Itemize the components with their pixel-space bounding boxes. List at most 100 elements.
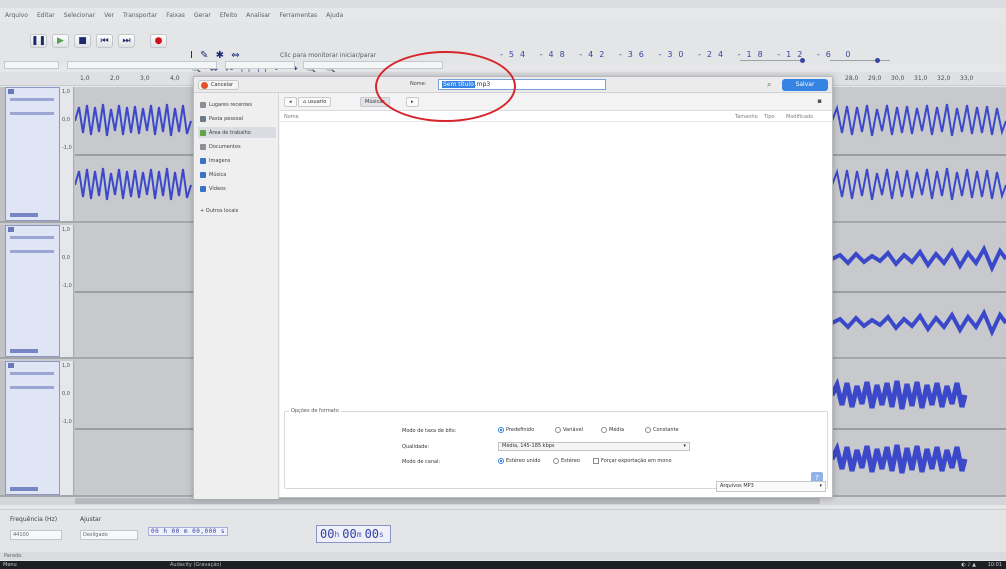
menu-tracks[interactable]: Faixas — [166, 12, 185, 19]
bitrate-radio-preset[interactable]: Predefinido — [498, 427, 534, 433]
quality-select[interactable]: Média, 145-185 kbps ▾ — [498, 442, 690, 451]
audio-position-clock[interactable]: 00 h 00 m 00 s — [316, 525, 391, 543]
column-name[interactable]: Nome — [284, 114, 299, 120]
menu-select[interactable]: Selecionar — [64, 12, 95, 19]
bitrate-radio-constant[interactable]: Constante — [645, 427, 679, 433]
menu-transport[interactable]: Transportar — [123, 12, 157, 19]
playback-device-select[interactable] — [303, 61, 443, 69]
selection-start-clock[interactable]: 00 h 00 m 00,000 s — [148, 527, 229, 536]
ruler-tick: 30,0 — [891, 75, 905, 82]
sidebar-item-recent[interactable]: Lugares recentes — [198, 99, 276, 110]
gain-slider[interactable] — [10, 372, 54, 375]
record-meter-hint[interactable]: Clic para monitorar iniciar/parar — [280, 52, 376, 59]
collapse-track-button[interactable] — [10, 349, 38, 353]
sidebar-item-label: Área de trabalho — [209, 129, 251, 136]
menu-edit[interactable]: Editar — [37, 12, 55, 19]
system-tray-icon[interactable]: ◐ ♪ ▲ — [961, 561, 976, 569]
ruler-tick: 1,0 — [80, 75, 90, 82]
pan-slider[interactable] — [10, 386, 54, 389]
file-list[interactable] — [280, 123, 832, 411]
title-bar — [0, 0, 1006, 8]
cancel-button[interactable]: Cancelar — [198, 80, 240, 90]
sidebar-item-other-locations[interactable]: + Outros locais — [198, 205, 276, 216]
channel-radio-joint-stereo[interactable]: Estéreo unido — [498, 458, 540, 464]
track-close-icon[interactable] — [8, 227, 14, 232]
play-button[interactable]: ▶ — [52, 34, 69, 48]
path-current-folder[interactable]: Músicas — [360, 97, 390, 107]
radio-indicator — [553, 458, 559, 464]
track-control-panel[interactable] — [5, 87, 60, 221]
path-bar: ◂ ⌂ usuario Músicas ▸ ▪ — [280, 93, 832, 111]
save-button[interactable]: Salvar — [782, 79, 828, 91]
pan-slider[interactable] — [10, 250, 54, 253]
filename-input[interactable]: Sem título.mp3 — [438, 79, 606, 90]
column-size[interactable]: Tamanho — [735, 114, 758, 120]
pan-slider[interactable] — [10, 112, 54, 115]
horizontal-scrollbar[interactable] — [0, 497, 1006, 505]
track-close-icon[interactable] — [8, 363, 14, 368]
record-volume-knob[interactable] — [800, 58, 805, 63]
device-toolbar — [0, 60, 470, 70]
path-back-icon[interactable]: ◂ — [284, 97, 297, 107]
sidebar-item-label: Pasta pessoal — [209, 115, 244, 122]
skip-start-button[interactable]: ⏮ — [96, 34, 113, 48]
pause-button[interactable]: ❚❚ — [30, 34, 47, 48]
skip-end-button[interactable]: ⏭ — [118, 34, 135, 48]
sidebar-item-videos[interactable]: Vídeos — [198, 183, 276, 194]
column-modified[interactable]: Modificado — [786, 114, 813, 120]
column-type[interactable]: Tipo — [764, 114, 775, 120]
vruler-label: 1,0 — [62, 227, 70, 233]
sidebar-item-music[interactable]: Música — [198, 169, 276, 180]
stop-button[interactable]: ■ — [74, 34, 91, 48]
menu-generate[interactable]: Gerar — [194, 12, 211, 19]
track-control-panel[interactable] — [5, 361, 60, 495]
snap-to-select[interactable]: Desligado — [80, 530, 138, 540]
snap-to-label: Ajustar — [80, 516, 102, 523]
playback-volume-knob[interactable] — [875, 58, 880, 63]
track-control-panel[interactable] — [5, 225, 60, 357]
bitrate-radio-variable[interactable]: Variável — [555, 427, 583, 433]
menu-effect[interactable]: Efeito — [220, 12, 237, 19]
bitrate-radio-average[interactable]: Média — [601, 427, 624, 433]
file-type-filter[interactable]: Arquivos MP3 ▾ — [716, 481, 826, 492]
scrollbar-thumb[interactable] — [75, 498, 820, 504]
new-folder-icon[interactable]: ▪ — [817, 97, 822, 105]
menu-analyze[interactable]: Analisar — [246, 12, 270, 19]
track-close-icon[interactable] — [8, 89, 14, 94]
radio-indicator — [645, 427, 651, 433]
start-menu-button[interactable]: Menu — [3, 561, 17, 569]
project-rate-select[interactable]: 44100 — [10, 530, 62, 540]
cancel-icon — [201, 82, 208, 89]
force-mono-checkbox[interactable]: Forçar exportação em mono — [593, 458, 672, 464]
ruler-tick: 4,0 — [170, 75, 180, 82]
audio-host-select[interactable] — [4, 61, 59, 69]
taskbar-app-audacity[interactable]: Audacity (Gravação) — [170, 561, 221, 569]
time-seconds: 00 — [364, 527, 380, 541]
channels-select[interactable] — [225, 61, 295, 69]
path-forward-icon[interactable]: ▸ — [406, 97, 419, 107]
sidebar-item-documents[interactable]: Documentos — [198, 141, 276, 152]
playback-volume-slider[interactable] — [830, 60, 890, 61]
gain-slider[interactable] — [10, 98, 54, 101]
sidebar-item-home[interactable]: Pasta pessoal — [198, 113, 276, 124]
taskbar: Menu Audacity (Gravação) ◐ ♪ ▲ 10:01 — [0, 561, 1006, 569]
menu-tools[interactable]: Ferramentas — [279, 12, 317, 19]
filename-selected-text: Sem título — [442, 81, 475, 88]
sidebar-item-pictures[interactable]: Imagens — [198, 155, 276, 166]
menu-view[interactable]: Ver — [104, 12, 114, 19]
recording-device-select[interactable] — [67, 61, 217, 69]
menu-help[interactable]: Ajuda — [326, 12, 343, 19]
collapse-track-button[interactable] — [10, 213, 38, 217]
channel-radio-stereo[interactable]: Estéreo — [553, 458, 580, 464]
search-icon[interactable]: ⌕ — [767, 80, 771, 90]
collapse-track-button[interactable] — [10, 487, 38, 491]
vertical-ruler: 1,0 0,0 -1,0 — [60, 87, 74, 221]
record-volume-slider[interactable] — [740, 60, 805, 61]
path-home-button[interactable]: ⌂ usuario — [298, 97, 332, 107]
menu-file[interactable]: Arquivo — [5, 12, 28, 19]
gain-slider[interactable] — [10, 236, 54, 239]
sidebar-item-label: Documentos — [209, 143, 241, 150]
record-button[interactable]: ● — [150, 34, 167, 48]
sidebar-item-desktop[interactable]: Área de trabalho — [198, 127, 276, 138]
ruler-tick: 33,0 — [960, 75, 974, 82]
